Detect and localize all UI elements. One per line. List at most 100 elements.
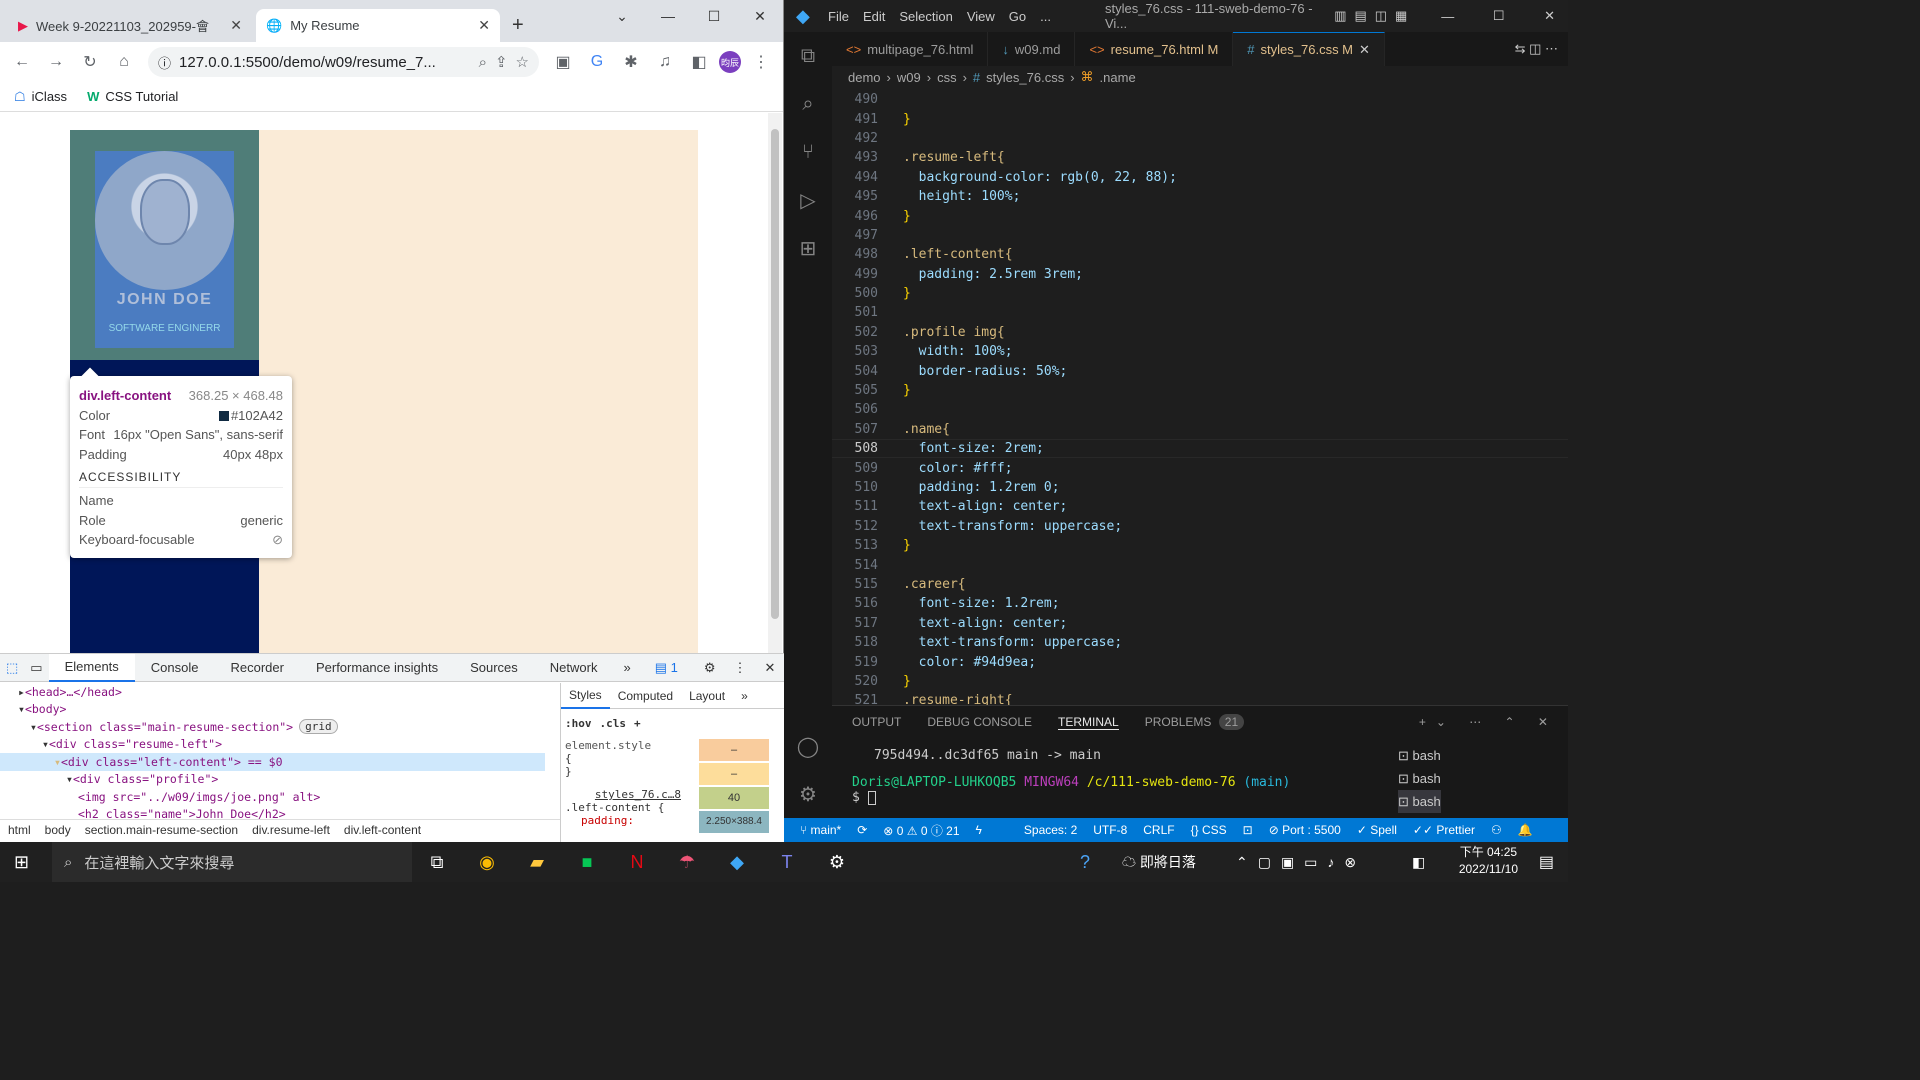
tab-resume-html[interactable]: <> resume_76.html M [1075, 32, 1234, 66]
tab-search-icon[interactable]: ⌄ [599, 0, 645, 32]
notifications-bell-icon[interactable]: 🔔 [1518, 823, 1533, 837]
code-line[interactable]: 494 background-color: rgb(0, 22, 88); [832, 168, 1568, 187]
tab-console[interactable]: Console [135, 654, 215, 682]
code-line[interactable]: 496} [832, 206, 1568, 225]
tab-elements[interactable]: Elements [48, 653, 135, 682]
address-bar[interactable]: ⓘ 127.0.0.1:5500/demo/w09/resume_7... ⌕ … [148, 47, 539, 77]
device-toolbar-icon[interactable]: ▭ [24, 654, 48, 682]
encoding-status[interactable]: UTF-8 [1093, 823, 1127, 837]
system-tray-icons[interactable]: ⌃▢▣▭♪⊗ [1236, 854, 1366, 871]
bookmark-iclass[interactable]: ☖ iClass [14, 89, 67, 105]
expand-toggle-icon[interactable]: ▾ [42, 737, 49, 751]
maximize-icon[interactable]: ☐ [691, 0, 737, 32]
terminal-instance[interactable]: ⊡ bash [1398, 767, 1441, 790]
close-window-icon[interactable]: ✕ [1531, 8, 1568, 24]
code-line[interactable]: 507 .name{ [832, 420, 1568, 439]
editor-actions[interactable]: ⇆ ◫ ⋯ [1515, 32, 1568, 66]
tab-w09-md[interactable]: ↓ w09.md [988, 32, 1076, 66]
code-line[interactable]: 491} [832, 109, 1568, 128]
tab-computed[interactable]: Computed [610, 689, 681, 703]
crumb-item[interactable]: css [937, 70, 957, 85]
issues-badge[interactable]: ▤ 1 [655, 660, 678, 676]
dom-node-line[interactable]: ▾ <div class="resume-left"> [0, 736, 545, 754]
source-control-icon[interactable]: ⑂ [784, 128, 832, 176]
line-app-icon[interactable]: ■ [562, 842, 612, 882]
code-line[interactable]: 513} [832, 536, 1568, 555]
tab-styles[interactable]: Styles [561, 682, 610, 709]
crumb-item[interactable]: demo [848, 70, 881, 85]
extensions-puzzle-icon[interactable]: ✱ [617, 48, 645, 76]
new-tab-icon[interactable]: + [512, 14, 524, 37]
eol-status[interactable]: CRLF [1143, 823, 1174, 837]
crumb-item[interactable]: .name [1100, 70, 1136, 85]
code-line[interactable]: 498 .left-content{ [832, 245, 1568, 264]
close-tab-icon[interactable]: ✕ [1359, 42, 1370, 58]
translate-extension-icon[interactable]: G [583, 48, 611, 76]
tab-multipage[interactable]: <> multipage_76.html [832, 32, 989, 66]
paint-app-icon[interactable]: ☂ [662, 842, 712, 882]
code-line[interactable]: 499 padding: 2.5rem 3rem; [832, 265, 1568, 284]
expand-toggle-icon[interactable]: ▾ [18, 702, 25, 716]
netflix-app-icon[interactable]: N [612, 842, 662, 882]
media-control-icon[interactable]: ♫ [651, 48, 679, 76]
code-line[interactable]: 520} [832, 672, 1568, 691]
task-view-icon[interactable]: ⧉ [412, 842, 462, 882]
share-icon[interactable]: ⇪ [495, 53, 508, 71]
run-debug-icon[interactable]: ▷ [784, 176, 832, 224]
prettier-status[interactable]: ✓✓ Prettier [1413, 823, 1475, 837]
settings-app-icon[interactable]: ⚙ [812, 842, 862, 882]
sync-icon[interactable]: ⟳ [857, 823, 867, 837]
tab-recorder[interactable]: Recorder [215, 654, 300, 682]
devtools-menu-icon[interactable]: ⋮ [734, 660, 747, 676]
grid-badge[interactable]: grid [299, 719, 338, 735]
code-line[interactable]: 517 text-align: center; [832, 614, 1568, 633]
tab-sources[interactable]: Sources [454, 654, 534, 682]
accounts-icon[interactable]: ⚇ [1491, 823, 1502, 837]
tab-debug-console[interactable]: DEBUG CONSOLE [927, 715, 1032, 729]
close-devtools-icon[interactable]: ✕ [765, 660, 776, 676]
code-editor[interactable]: 490 491} 492 493 .resume-left{494 background… [832, 90, 1568, 708]
code-line[interactable]: 515 .career{ [832, 575, 1568, 594]
help-icon[interactable]: ? [1080, 852, 1090, 873]
file-explorer-icon[interactable]: ▰ [512, 842, 562, 882]
code-line[interactable]: 495 height: 100%; [832, 187, 1568, 206]
minimize-icon[interactable]: — [1429, 9, 1466, 24]
code-line[interactable]: 504 border-radius: 50%; [832, 361, 1568, 380]
code-line[interactable]: 497 [832, 226, 1568, 245]
chrome-app-icon[interactable]: ◉ [462, 842, 512, 882]
code-line[interactable]: 510 padding: 1.2rem 0; [832, 478, 1568, 497]
tab-network[interactable]: Network [534, 654, 614, 682]
dom-breadcrumb-item[interactable]: html [8, 823, 31, 837]
code-line[interactable]: 516 font-size: 1.2rem; [832, 594, 1568, 613]
new-rule-icon[interactable]: + [634, 717, 641, 730]
code-line[interactable]: 490 [832, 90, 1568, 109]
dom-breadcrumb-item[interactable]: section.main-resume-section [85, 823, 238, 837]
explorer-icon[interactable]: ⧉ [784, 32, 832, 80]
menu-view[interactable]: View [967, 9, 995, 24]
profile-avatar[interactable]: 昀辰 [719, 51, 741, 73]
vscode-app-icon[interactable]: ◆ [712, 842, 762, 882]
cls-toggle[interactable]: .cls [600, 717, 627, 730]
dom-breadcrumb-item[interactable]: div.left-content [344, 823, 421, 837]
menu-selection[interactable]: Selection [899, 9, 952, 24]
reload-icon[interactable]: ↻ [76, 48, 104, 76]
manage-gear-icon[interactable]: ⚙ [784, 770, 832, 818]
weather-widget[interactable]: ☁ 即將日落 [1122, 852, 1196, 872]
terminal-output[interactable]: 795d494..dc3df65 main -> main Doris@LAPT… [832, 748, 1568, 826]
code-line[interactable]: 514 [832, 555, 1568, 574]
code-line[interactable]: 500} [832, 284, 1568, 303]
code-line[interactable]: 508 font-size: 2rem; [832, 439, 1568, 459]
preview-icon[interactable]: ⊡ [1243, 823, 1253, 837]
windows-start-icon[interactable]: ⊞ [14, 852, 29, 873]
code-line[interactable]: 509 color: #fff; [832, 458, 1568, 477]
browser-tab-resume[interactable]: 🌐 My Resume ✕ [256, 9, 500, 42]
code-line[interactable]: 493 .resume-left{ [832, 148, 1568, 167]
tab-terminal[interactable]: TERMINAL [1058, 715, 1119, 730]
ime-icon[interactable]: ◧ [1412, 854, 1425, 871]
code-line[interactable]: 501 [832, 303, 1568, 322]
bookmark-css-tutorial[interactable]: W CSS Tutorial [87, 89, 178, 104]
dom-node-line[interactable]: ▾ <div class="left-content"> == $0 [0, 753, 545, 771]
extensions-icon[interactable]: ⊞ [784, 224, 832, 272]
browser-tab-week9[interactable]: ▶ Week 9-20221103_202959-會 ✕ [8, 9, 252, 42]
menu-more[interactable]: ... [1040, 9, 1051, 24]
